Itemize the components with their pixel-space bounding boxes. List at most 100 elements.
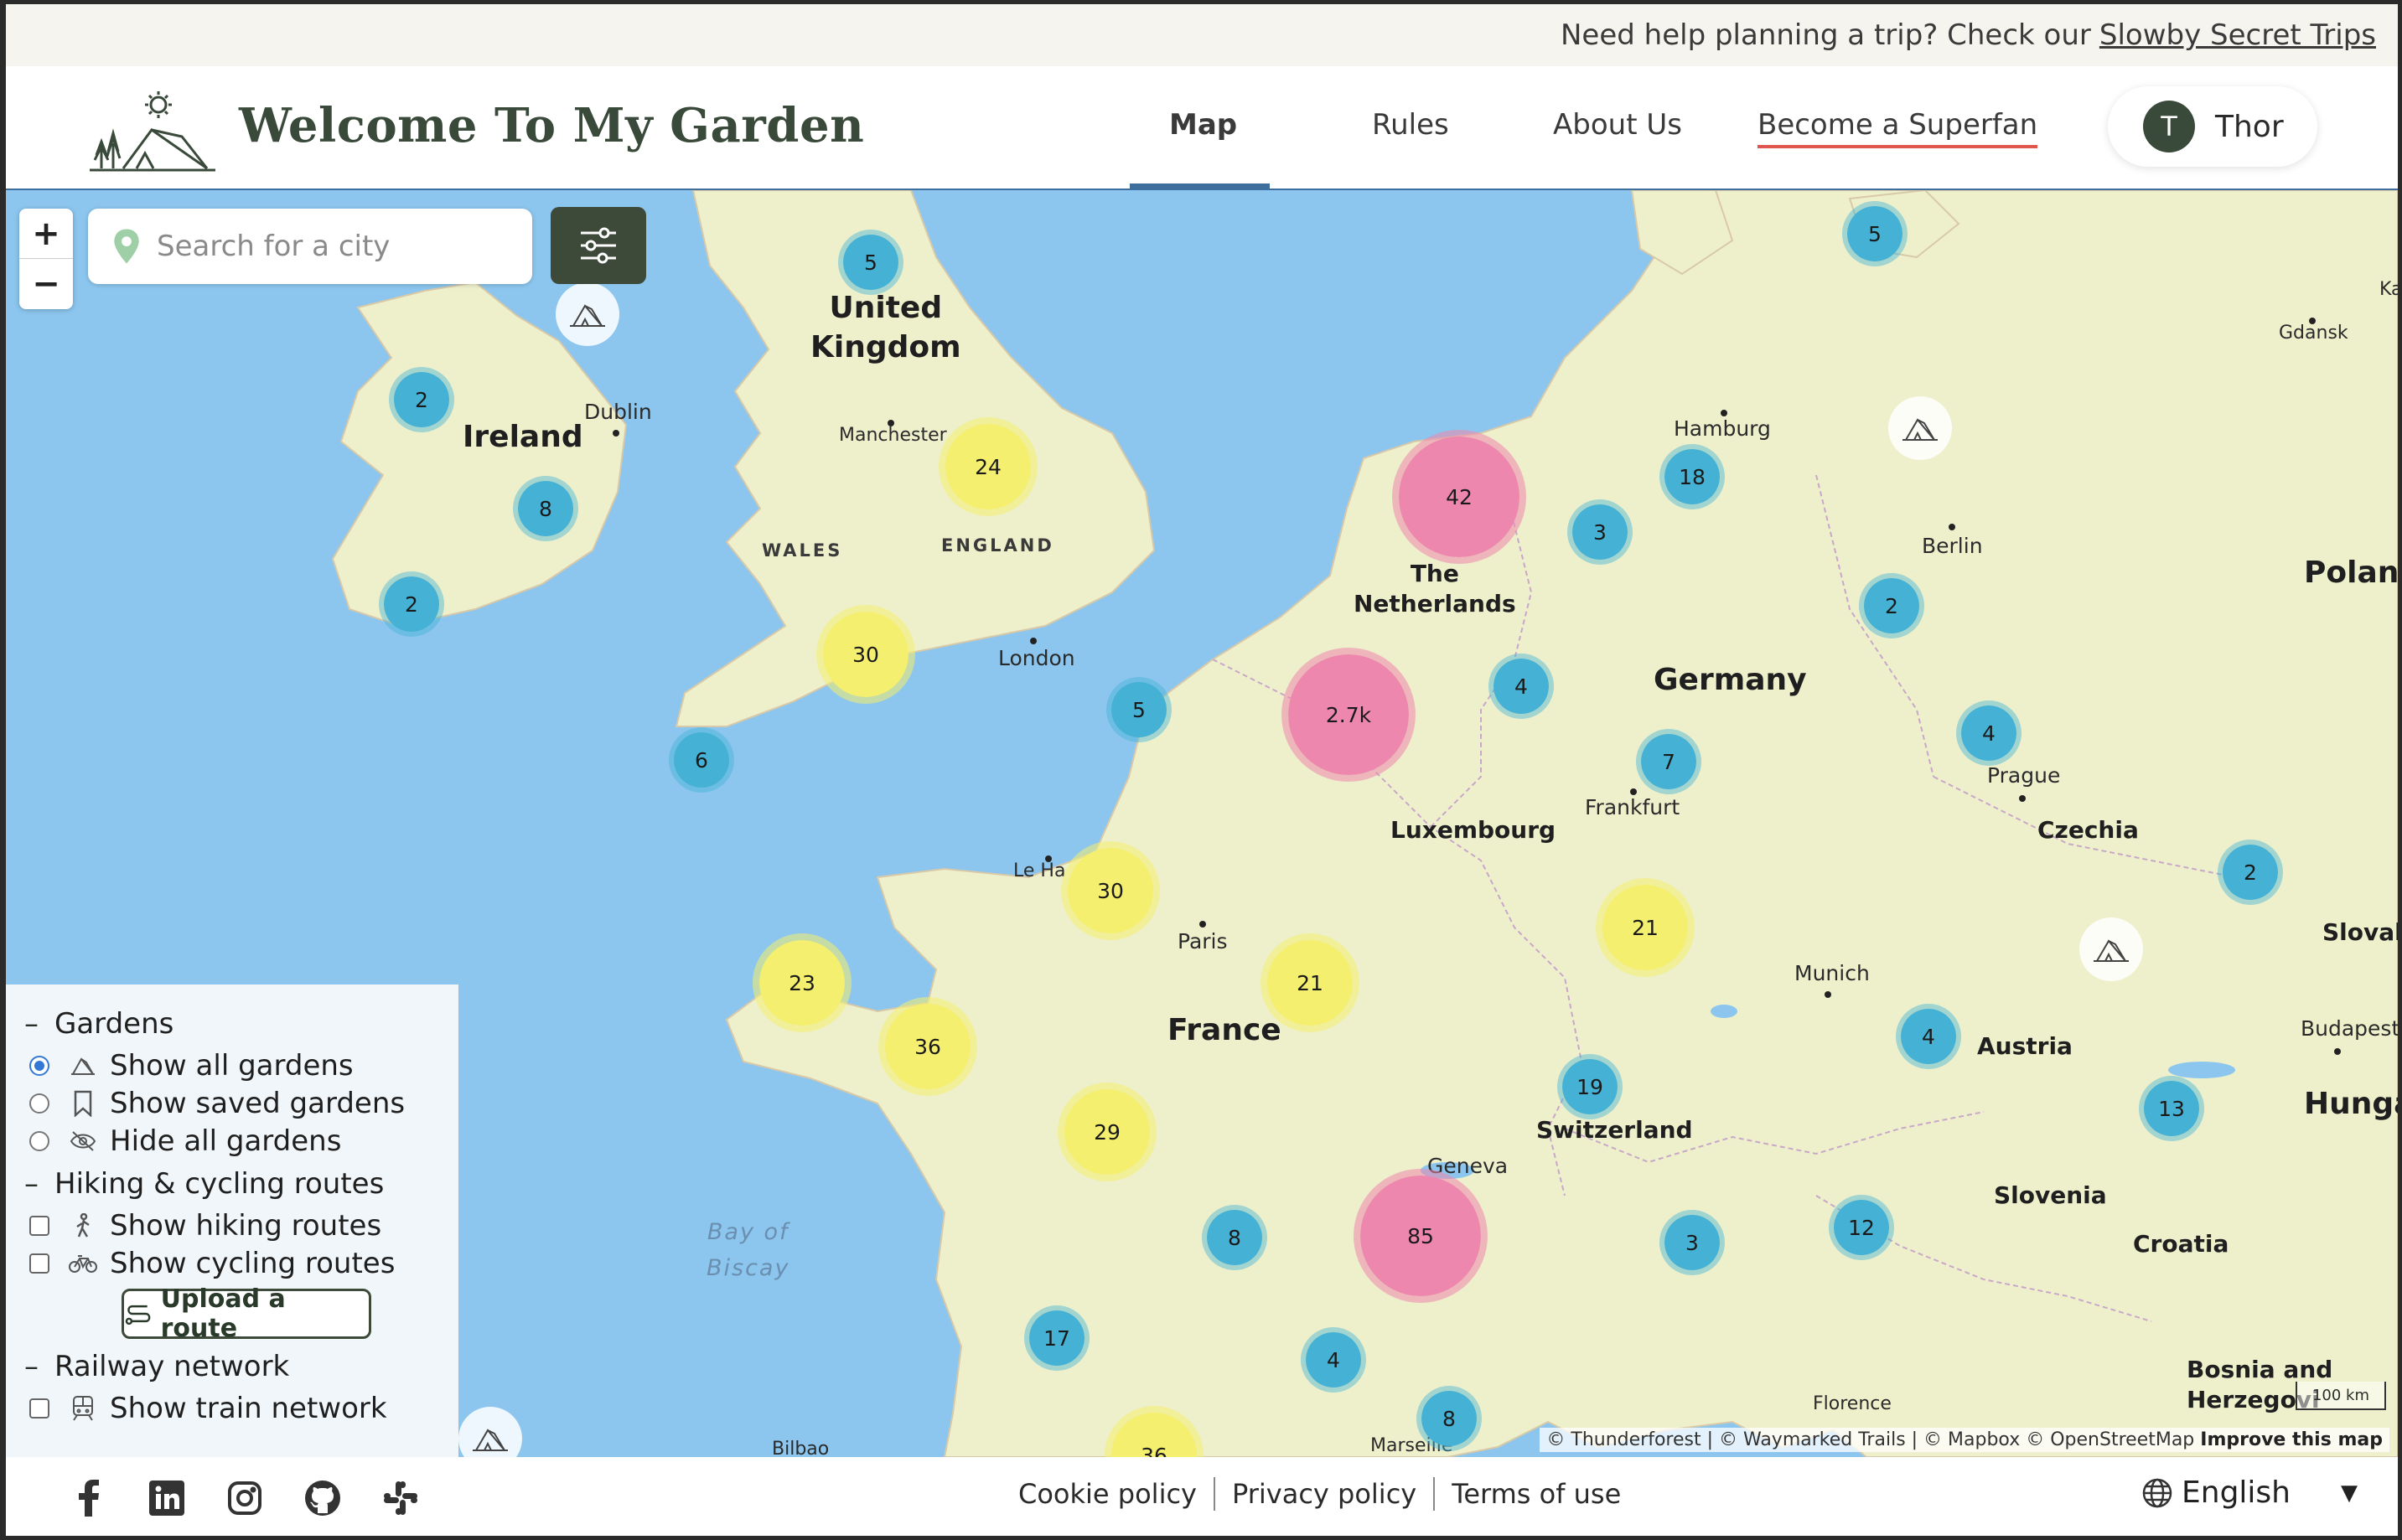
improve-map-link[interactable]: Improve this map — [2200, 1429, 2383, 1450]
nav-rules[interactable]: Rules — [1372, 108, 1449, 142]
bookmark-icon — [66, 1089, 100, 1118]
attribution-text[interactable]: © Thunderforest | © Waymarked Trails | ©… — [1546, 1429, 2194, 1450]
label-ireland: Ireland — [463, 420, 583, 454]
show-saved-gardens-option[interactable]: Show saved gardens — [24, 1084, 458, 1122]
tent-logo-icon[interactable] — [90, 90, 215, 173]
garden-cluster-marker[interactable]: 2 — [389, 367, 454, 432]
zoom-out-button[interactable]: − — [19, 259, 73, 309]
nav-become-superfan[interactable]: Become a Superfan — [1757, 108, 2038, 148]
terms-of-use-link[interactable]: Terms of use — [1452, 1478, 1621, 1510]
layers-panel: – Gardens Show all gardens Show saved ga… — [6, 984, 458, 1457]
garden-cluster-marker[interactable]: 21 — [1596, 878, 1695, 977]
garden-cluster-marker[interactable]: 5 — [1106, 677, 1172, 742]
show-cycling-routes-checkbox[interactable] — [29, 1253, 49, 1274]
map-canvas[interactable]: United Kingdom Ireland WALES ENGLAND The… — [6, 190, 2398, 1457]
filter-settings-button[interactable] — [551, 207, 646, 284]
garden-cluster-marker[interactable]: 17 — [1024, 1305, 1090, 1371]
cookie-policy-link[interactable]: Cookie policy — [1018, 1478, 1197, 1510]
show-train-network-option[interactable]: Show train network — [24, 1389, 458, 1427]
label-austria: Austria — [1977, 1032, 2073, 1060]
zoom-in-button[interactable]: + — [19, 209, 73, 259]
show-all-gardens-radio[interactable] — [29, 1055, 49, 1076]
garden-cluster-marker[interactable]: 6 — [669, 727, 734, 793]
garden-cluster-marker[interactable]: 24 — [939, 417, 1038, 516]
garden-cluster-marker[interactable]: 13 — [2139, 1076, 2204, 1141]
show-train-network-label: Show train network — [110, 1391, 387, 1425]
show-all-gardens-option[interactable]: Show all gardens — [24, 1046, 458, 1084]
routes-section-toggle[interactable]: – Hiking & cycling routes — [24, 1165, 458, 1203]
city-prague: Prague — [1987, 763, 2061, 788]
user-menu-button[interactable]: T Thor — [2108, 86, 2317, 167]
city-hamburg: Hamburg — [1674, 416, 1771, 441]
garden-cluster-marker[interactable]: 30 — [816, 605, 915, 704]
bicycle-icon — [66, 1249, 100, 1278]
garden-cluster-marker[interactable]: 12 — [1829, 1195, 1894, 1260]
garden-cluster-marker[interactable]: 8 — [1202, 1205, 1267, 1270]
site-title[interactable]: Welcome To My Garden — [239, 98, 864, 153]
campsite-marker[interactable] — [556, 282, 619, 346]
garden-cluster-marker[interactable]: 3 — [1659, 1210, 1725, 1275]
show-saved-gardens-radio[interactable] — [29, 1093, 49, 1114]
hide-all-gardens-radio[interactable] — [29, 1130, 49, 1151]
city-le-havre: Le Ha — [1013, 860, 1066, 881]
garden-cluster-marker[interactable]: 2 — [1859, 573, 1924, 638]
garden-cluster-marker[interactable]: 23 — [753, 933, 852, 1032]
garden-cluster-marker[interactable]: 7 — [1636, 729, 1701, 794]
garden-cluster-marker[interactable]: 18 — [1659, 444, 1725, 509]
campsite-marker[interactable] — [1888, 396, 1952, 460]
announcement-bar: Need help planning a trip? Check our Slo… — [6, 4, 2398, 66]
garden-cluster-marker[interactable]: 8 — [1416, 1386, 1482, 1451]
label-netherlands: The Netherlands — [1354, 560, 1516, 618]
garden-cluster-marker[interactable]: 4 — [1956, 700, 2022, 766]
show-hiking-routes-checkbox[interactable] — [29, 1215, 49, 1236]
nav-map[interactable]: Map — [1169, 108, 1237, 142]
garden-cluster-marker[interactable]: 85 — [1354, 1169, 1488, 1303]
city-search-box[interactable] — [88, 209, 532, 284]
campsite-marker[interactable] — [2079, 917, 2143, 981]
facebook-icon[interactable] — [70, 1479, 108, 1517]
route-icon — [125, 1305, 151, 1326]
garden-cluster-marker[interactable]: 8 — [513, 476, 578, 541]
garden-cluster-marker[interactable]: 42 — [1392, 430, 1526, 564]
routes-section-title: Hiking & cycling routes — [54, 1167, 385, 1201]
social-links — [70, 1479, 459, 1517]
gardens-section-toggle[interactable]: – Gardens — [24, 1005, 458, 1043]
secret-trips-link[interactable]: Slowby Secret Trips — [2099, 18, 2376, 52]
city-search-input[interactable] — [157, 230, 492, 263]
city-dot — [1030, 638, 1037, 644]
garden-cluster-marker[interactable]: 4 — [1488, 654, 1554, 719]
garden-cluster-marker[interactable]: 5 — [1842, 201, 1908, 266]
user-name: Thor — [2215, 109, 2284, 144]
show-train-network-checkbox[interactable] — [29, 1398, 49, 1419]
garden-cluster-marker[interactable]: 4 — [1896, 1004, 1961, 1069]
show-hiking-routes-option[interactable]: Show hiking routes — [24, 1207, 458, 1244]
railway-section-toggle[interactable]: – Railway network — [24, 1347, 458, 1386]
linkedin-icon[interactable] — [148, 1479, 186, 1517]
language-selector[interactable]: English ▼ — [2141, 1475, 2358, 1510]
garden-cluster-marker[interactable]: 19 — [1557, 1054, 1623, 1119]
github-icon[interactable] — [303, 1479, 342, 1517]
garden-cluster-marker[interactable]: 3 — [1567, 499, 1633, 565]
garden-cluster-marker[interactable]: 36 — [878, 997, 977, 1096]
map-attribution: © Thunderforest | © Waymarked Trails | ©… — [1540, 1428, 2389, 1452]
train-icon — [66, 1394, 100, 1423]
nav-about-us[interactable]: About Us — [1553, 108, 1682, 142]
show-cycling-routes-option[interactable]: Show cycling routes — [24, 1244, 458, 1282]
privacy-policy-link[interactable]: Privacy policy — [1232, 1478, 1416, 1510]
upload-route-button[interactable]: Upload a route — [122, 1284, 371, 1343]
garden-cluster-marker[interactable]: 2.7k — [1281, 648, 1416, 782]
city-ka: Ka — [2379, 279, 2398, 300]
slack-icon[interactable] — [381, 1479, 420, 1517]
garden-cluster-marker[interactable]: 2 — [379, 571, 444, 637]
city-dublin: Dublin — [584, 400, 652, 424]
instagram-icon[interactable] — [225, 1479, 264, 1517]
garden-cluster-marker[interactable]: 21 — [1261, 933, 1359, 1032]
hide-all-gardens-option[interactable]: Hide all gardens — [24, 1122, 458, 1160]
garden-cluster-marker[interactable]: 29 — [1058, 1083, 1157, 1181]
garden-cluster-marker[interactable]: 2 — [2218, 840, 2283, 905]
garden-cluster-marker[interactable]: 30 — [1061, 841, 1160, 940]
city-bilbao: Bilbao — [772, 1439, 830, 1457]
collapse-icon: – — [24, 1007, 39, 1041]
garden-cluster-marker[interactable]: 4 — [1301, 1327, 1366, 1393]
garden-cluster-marker[interactable]: 5 — [838, 230, 903, 295]
